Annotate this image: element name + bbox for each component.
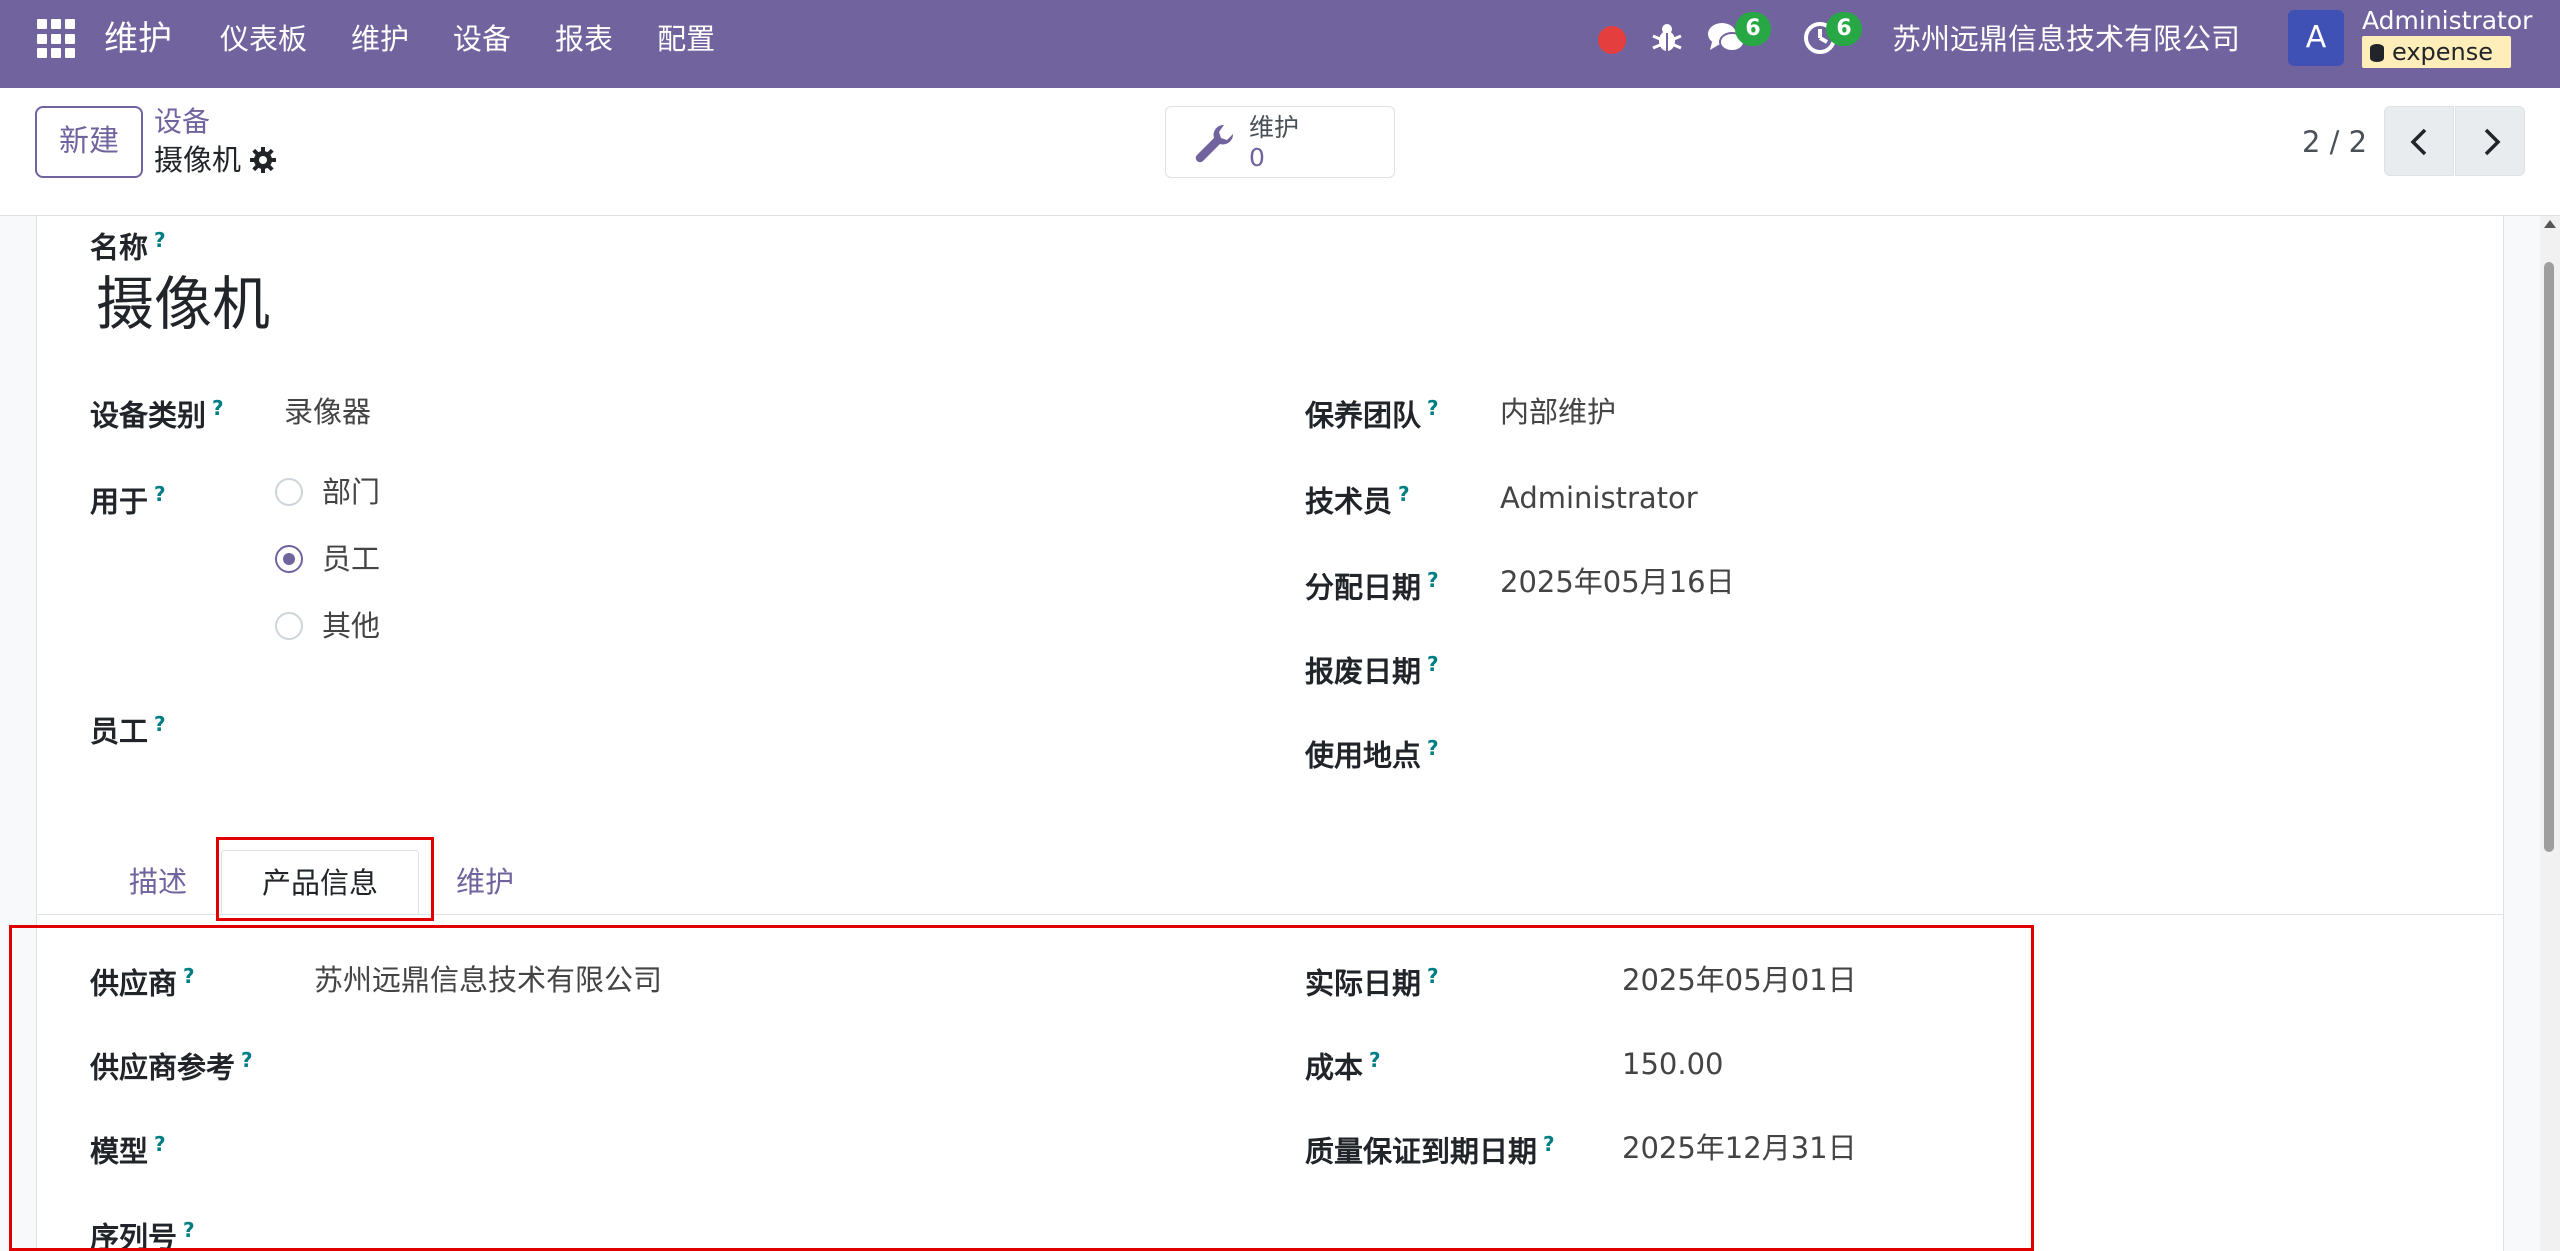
- user-avatar[interactable]: A: [2288, 10, 2344, 66]
- database-badge: expense: [2362, 36, 2512, 68]
- radio-other[interactable]: [275, 612, 303, 640]
- tab-maintenance[interactable]: 维护: [430, 850, 540, 914]
- scroll-up-arrow[interactable]: [2544, 220, 2556, 228]
- radio-label-other[interactable]: 其他: [322, 606, 380, 646]
- category-label: 设备类别?: [90, 396, 224, 433]
- help-icon[interactable]: ?: [1427, 736, 1439, 760]
- menu-item-dashboard[interactable]: 仪表板: [220, 14, 307, 64]
- maintenance-smart-button[interactable]: 维护 0: [1165, 106, 1395, 178]
- new-button[interactable]: 新建: [35, 106, 143, 178]
- smart-button-value: 0: [1249, 143, 1265, 172]
- company-switcher[interactable]: 苏州远鼎信息技术有限公司: [1892, 14, 2240, 64]
- technician-field[interactable]: Administrator: [1500, 478, 1698, 518]
- app-grid-icon[interactable]: [37, 19, 77, 59]
- scrollbar[interactable]: [2540, 216, 2560, 1251]
- breadcrumb-current-label: 摄像机: [154, 143, 242, 177]
- gear-icon[interactable]: [249, 146, 277, 174]
- pager-value[interactable]: 2 / 2: [2302, 122, 2367, 162]
- equipment-name-field[interactable]: 摄像机: [96, 264, 270, 344]
- team-label: 保养团队?: [1305, 396, 1439, 433]
- menu-item-reports[interactable]: 报表: [555, 14, 613, 64]
- scrap-date-label: 报废日期?: [1305, 652, 1439, 689]
- menu-item-configuration[interactable]: 配置: [657, 14, 715, 64]
- highlight-box-panel: [9, 925, 2034, 1251]
- menu-item-maintenance[interactable]: 维护: [351, 14, 409, 64]
- radio-label-employee[interactable]: 员工: [322, 539, 380, 579]
- recording-icon[interactable]: [1598, 26, 1626, 54]
- chevron-left-icon: [2410, 128, 2427, 156]
- help-icon[interactable]: ?: [1427, 652, 1439, 676]
- app-brand[interactable]: 维护: [104, 14, 172, 64]
- help-icon[interactable]: ?: [212, 396, 224, 420]
- radio-employee[interactable]: [275, 545, 303, 573]
- chevron-right-icon: [2484, 128, 2501, 156]
- breadcrumb-current: 摄像机: [154, 140, 277, 180]
- category-field[interactable]: 录像器: [284, 392, 371, 432]
- bug-icon[interactable]: [1650, 20, 1684, 56]
- technician-label: 技术员?: [1305, 482, 1410, 519]
- wrench-icon: [1195, 124, 1234, 163]
- main-menu: 仪表板 维护 设备 报表 配置: [220, 14, 759, 64]
- assign-date-field[interactable]: 2025年05月16日: [1500, 562, 1735, 602]
- user-name[interactable]: Administrator: [2362, 4, 2532, 38]
- help-icon[interactable]: ?: [1427, 568, 1439, 592]
- database-icon: [2370, 44, 2384, 62]
- help-icon[interactable]: ?: [154, 228, 166, 252]
- breadcrumb-parent[interactable]: 设备: [154, 104, 210, 140]
- location-label: 使用地点?: [1305, 736, 1439, 773]
- help-icon[interactable]: ?: [1427, 396, 1439, 420]
- control-panel: 新建 设备 摄像机 维护 0 2 / 2: [0, 88, 2560, 216]
- radio-label-department[interactable]: 部门: [322, 472, 380, 512]
- help-icon[interactable]: ?: [154, 712, 166, 736]
- employee-label: 员工?: [90, 712, 166, 749]
- assign-date-label: 分配日期?: [1305, 568, 1439, 605]
- name-label: 名称?: [90, 228, 166, 265]
- chat-count-badge: 6: [1735, 12, 1771, 46]
- scroll-thumb[interactable]: [2544, 262, 2554, 852]
- pager-previous-button[interactable]: [2384, 106, 2454, 176]
- help-icon[interactable]: ?: [1398, 482, 1410, 506]
- database-name: expense: [2392, 38, 2494, 66]
- highlight-box-tab: [216, 837, 434, 921]
- top-navbar: 维护 仪表板 维护 设备 报表 配置 6 6 苏州远鼎信息技术有限公司 A Ad…: [0, 0, 2560, 88]
- menu-item-equipment[interactable]: 设备: [453, 14, 511, 64]
- help-icon[interactable]: ?: [154, 482, 166, 506]
- radio-department[interactable]: [275, 478, 303, 506]
- team-field[interactable]: 内部维护: [1500, 392, 1616, 432]
- used-for-label: 用于?: [90, 482, 166, 519]
- pager-next-button[interactable]: [2455, 106, 2525, 176]
- tab-description[interactable]: 描述: [106, 850, 210, 914]
- activity-count-badge: 6: [1826, 12, 1862, 46]
- smart-button-label: 维护: [1249, 113, 1300, 142]
